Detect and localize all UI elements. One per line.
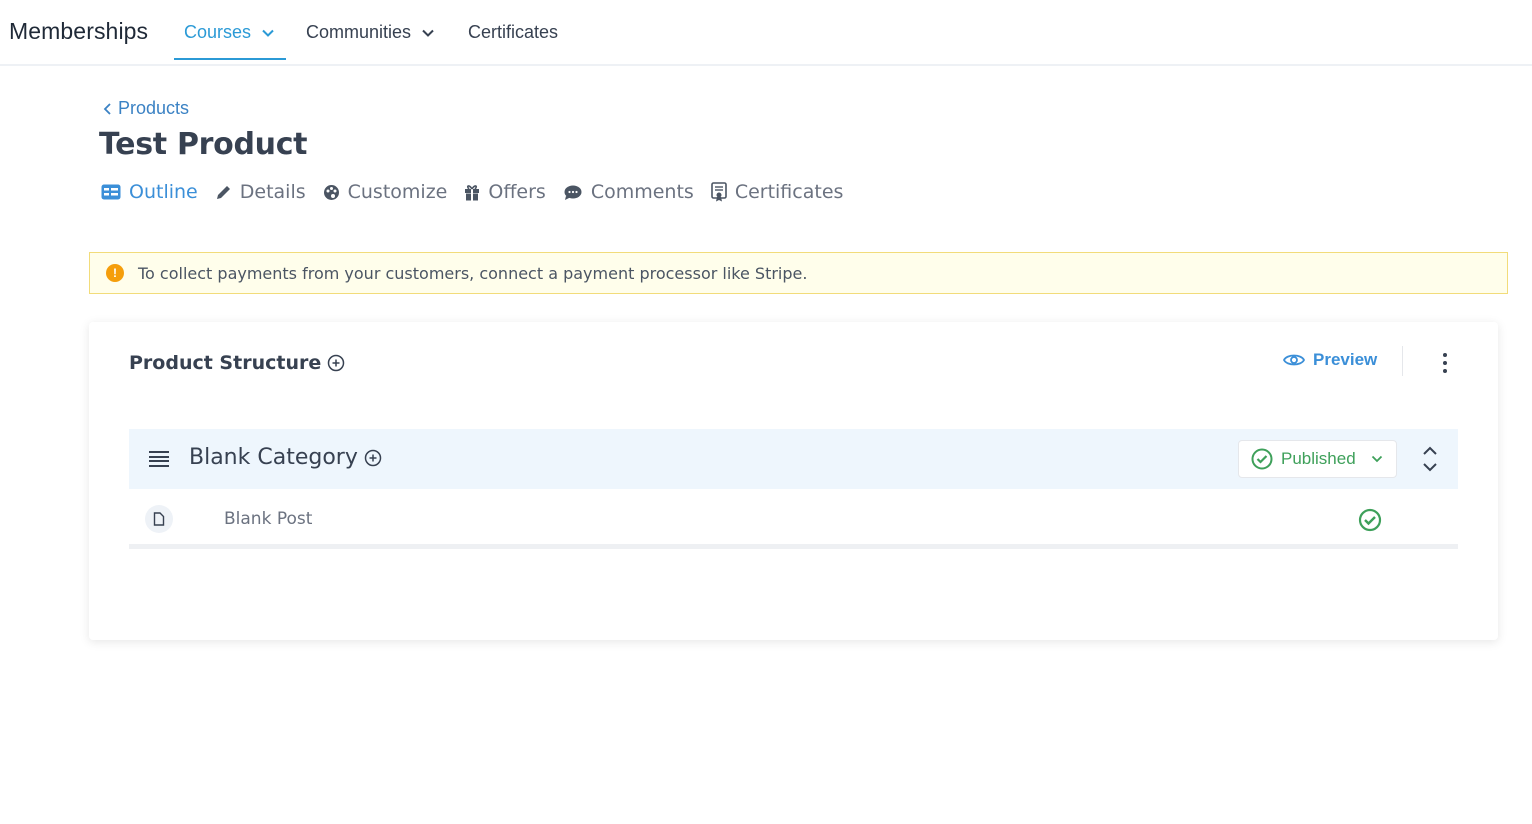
- tab-customize-label: Customize: [347, 181, 448, 203]
- tab-outline-label: Outline: [129, 181, 198, 203]
- nav-certificates-label: Certificates: [468, 22, 559, 42]
- more-options-icon[interactable]: [1436, 350, 1454, 376]
- nav-active-indicator: [174, 58, 286, 60]
- expand-collapse-icon[interactable]: [1422, 445, 1438, 473]
- app-title: Memberships: [9, 18, 149, 44]
- comment-icon: [564, 185, 582, 200]
- header-divider: [1402, 346, 1403, 376]
- document-icon: [145, 505, 173, 533]
- check-circle-icon: [1251, 448, 1273, 470]
- back-link-label: Products: [118, 98, 190, 118]
- category-title: Blank Category: [189, 445, 358, 470]
- tab-certificates-label: Certificates: [734, 181, 844, 203]
- certificate-icon: [711, 182, 727, 202]
- outline-icon: [101, 184, 121, 200]
- tab-comments-label: Comments: [590, 181, 694, 203]
- status-label: Published: [1281, 449, 1356, 468]
- category-row: Blank Category Published: [129, 429, 1458, 489]
- tab-customize[interactable]: Customize: [323, 181, 448, 203]
- product-structure-header: Product Structure: [129, 352, 345, 374]
- palette-icon: [323, 184, 339, 200]
- drag-handle-icon[interactable]: [149, 451, 169, 467]
- nav-certificates[interactable]: Certificates: [468, 22, 558, 43]
- tab-outline[interactable]: Outline: [101, 181, 198, 203]
- chevron-down-icon: [262, 29, 274, 37]
- warning-icon: !: [106, 264, 124, 282]
- post-row[interactable]: Blank Post: [129, 489, 1458, 549]
- add-category-icon[interactable]: [327, 354, 345, 372]
- payment-warning-alert: ! To collect payments from your customer…: [89, 252, 1508, 294]
- tab-details[interactable]: Details: [215, 181, 306, 203]
- tab-offers-label: Offers: [488, 181, 546, 203]
- chevron-down-icon: [422, 29, 434, 37]
- eye-icon: [1283, 354, 1305, 366]
- gift-icon: [465, 184, 480, 200]
- tab-certificates[interactable]: Certificates: [711, 181, 844, 203]
- post-title: Blank Post: [224, 509, 313, 529]
- nav-courses[interactable]: Courses: [184, 22, 275, 43]
- nav-courses-label: Courses: [184, 22, 252, 42]
- nav-communities[interactable]: Communities: [306, 22, 435, 43]
- page-title: Test Product: [99, 127, 308, 162]
- alert-message: To collect payments from your customers,…: [138, 263, 808, 283]
- add-post-icon[interactable]: [364, 449, 382, 467]
- chevron-down-icon: [1371, 455, 1382, 463]
- tab-comments[interactable]: Comments: [563, 181, 694, 203]
- category-status-select[interactable]: Published: [1238, 440, 1397, 478]
- back-to-products-link[interactable]: Products: [103, 98, 189, 119]
- check-circle-icon: [1358, 508, 1382, 532]
- product-tabs: Outline Details Customize Offers Comment…: [101, 181, 860, 203]
- preview-label: Preview: [1313, 350, 1378, 369]
- product-structure-title: Product Structure: [129, 352, 322, 374]
- preview-button[interactable]: Preview: [1283, 350, 1377, 370]
- top-navbar: Memberships Courses Communities Certific…: [0, 0, 1532, 66]
- tab-details-label: Details: [239, 181, 306, 203]
- pencil-icon: [216, 185, 230, 199]
- nav-communities-label: Communities: [306, 22, 412, 42]
- category-header: Blank Category: [189, 445, 382, 470]
- tab-offers[interactable]: Offers: [464, 181, 546, 203]
- chevron-left-icon: [103, 102, 111, 115]
- product-structure-card: Product Structure Preview Blank Category…: [89, 322, 1498, 640]
